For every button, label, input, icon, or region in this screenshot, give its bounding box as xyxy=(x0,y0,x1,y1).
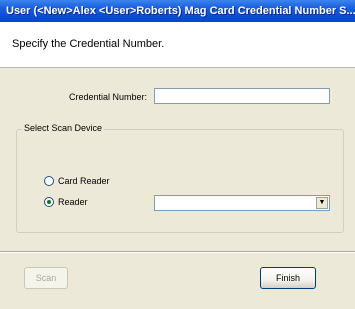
credential-number-label: Credential Number: xyxy=(69,92,148,102)
card-reader-radio[interactable] xyxy=(44,176,54,186)
chevron-down-icon[interactable]: ▼ xyxy=(316,197,328,209)
credential-number-input[interactable] xyxy=(154,88,330,104)
window-title: User (<New>Alex <User>Roberts) Mag Card … xyxy=(0,0,355,22)
reader-radio[interactable] xyxy=(44,197,54,207)
instruction-text: Specify the Credential Number. xyxy=(12,38,165,50)
bottom-separator xyxy=(0,251,355,253)
credential-dialog: User (<New>Alex <User>Roberts) Mag Card … xyxy=(0,0,355,309)
card-reader-label[interactable]: Card Reader xyxy=(58,176,110,186)
reader-label[interactable]: Reader xyxy=(58,197,88,207)
scan-device-group-label: Select Scan Device xyxy=(22,123,105,133)
scan-button[interactable]: Scan xyxy=(24,267,68,289)
header-band: Specify the Credential Number. xyxy=(0,22,355,68)
reader-select[interactable]: ▼ xyxy=(154,195,330,211)
finish-button[interactable]: Finish xyxy=(260,267,316,289)
